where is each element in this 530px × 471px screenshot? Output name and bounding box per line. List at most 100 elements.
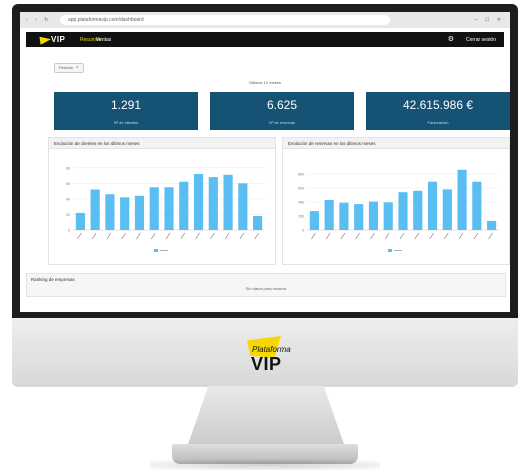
- period-filter[interactable]: Periodo ×: [54, 63, 84, 73]
- bar[interactable]: [149, 187, 159, 230]
- bar[interactable]: [253, 216, 263, 230]
- bar[interactable]: [413, 190, 423, 230]
- close-icon[interactable]: ×: [76, 65, 79, 71]
- y-tick-label: 20: [66, 213, 70, 217]
- x-tick-mark: [180, 232, 186, 240]
- y-tick-label: 600: [298, 187, 304, 191]
- bar[interactable]: [223, 174, 233, 230]
- ranking-panel: Ranking de empresas Sin datos para mostr…: [26, 273, 506, 297]
- bar[interactable]: [457, 169, 467, 230]
- x-tick-mark: [355, 232, 361, 240]
- legend-swatch: [388, 249, 392, 252]
- bar[interactable]: [354, 204, 364, 230]
- bar[interactable]: [309, 211, 319, 230]
- kpi-value: 6.625: [266, 98, 298, 112]
- window-controls-icon[interactable]: ─ ☐ ✕: [474, 17, 504, 23]
- x-tick-mark: [165, 232, 171, 240]
- x-tick-mark: [325, 232, 331, 240]
- x-tick-mark: [429, 232, 434, 240]
- bar[interactable]: [442, 189, 452, 230]
- bar[interactable]: [120, 197, 130, 230]
- y-tick-label: 0: [302, 229, 304, 233]
- y-tick-label: 40: [66, 197, 70, 201]
- chin-logo: Plataforma VIP: [235, 336, 315, 376]
- x-tick-mark: [224, 232, 230, 240]
- x-tick-mark: [384, 232, 390, 240]
- filter-label: Periodo: [59, 65, 73, 70]
- bar[interactable]: [179, 181, 189, 230]
- bar[interactable]: [487, 220, 497, 230]
- monitor-stand: [186, 386, 346, 450]
- bar[interactable]: [398, 192, 408, 230]
- x-tick-mark: [209, 232, 215, 240]
- x-tick-mark: [150, 232, 156, 240]
- kpi-card-bookings: 6.625 Nº de reservas: [210, 92, 354, 130]
- x-tick-mark: [136, 232, 141, 240]
- x-tick-mark: [311, 232, 316, 240]
- bar[interactable]: [75, 212, 85, 230]
- x-tick-mark: [370, 232, 375, 240]
- y-tick-label: 400: [298, 201, 304, 205]
- x-tick-mark: [106, 232, 112, 240]
- chart-title: Evolución de reservas en los últimos mes…: [283, 138, 509, 149]
- x-tick-mark: [254, 232, 259, 240]
- x-tick-mark: [77, 232, 82, 240]
- bar[interactable]: [368, 201, 379, 230]
- bookings-chart-card: Evolución de reservas en los últimos mes…: [282, 137, 510, 265]
- screen: ‹ › ↻ app.plataformavip.com/dashboard ─ …: [20, 12, 510, 312]
- vip-logo-icon: [39, 35, 52, 45]
- kpi-label: Nº de clientes: [113, 120, 139, 125]
- x-tick-mark: [443, 232, 449, 240]
- x-tick-mark: [414, 232, 420, 240]
- kpi-card-revenue: 42.615.986 € Facturación: [366, 92, 510, 130]
- logo-word: Plataforma: [252, 345, 291, 354]
- x-tick-mark: [195, 232, 200, 240]
- user-menu[interactable]: Cerrar sesión: [466, 37, 496, 43]
- bar[interactable]: [383, 202, 393, 230]
- logo-vip: VIP: [251, 354, 282, 374]
- app-header: VIP Resumen Ventas ⚙ Cerrar sesión: [26, 32, 504, 47]
- browser-toolbar: ‹ › ↻ app.plataformavip.com/dashboard ─ …: [20, 12, 510, 28]
- period-label: Últimos 12 meses: [249, 80, 281, 85]
- kpi-card-clients: 1.291 Nº de clientes: [54, 92, 198, 130]
- clients-chart-card: Evolución de clientes en los últimos mes…: [48, 137, 276, 265]
- bar[interactable]: [472, 181, 482, 230]
- x-tick-mark: [340, 232, 346, 240]
- bar[interactable]: [324, 199, 334, 230]
- bar[interactable]: [90, 189, 100, 230]
- monitor-bezel: ‹ › ↻ app.plataformavip.com/dashboard ─ …: [12, 4, 518, 318]
- y-tick-label: 200: [298, 215, 304, 219]
- monitor: ‹ › ↻ app.plataformavip.com/dashboard ─ …: [12, 4, 518, 387]
- kpi-value: 42.615.986 €: [402, 98, 474, 112]
- ranking-empty-message: Sin datos para mostrar: [245, 286, 287, 291]
- user-icon[interactable]: ⚙: [448, 35, 454, 43]
- bar[interactable]: [208, 177, 218, 230]
- x-tick-mark: [121, 232, 127, 240]
- chart-title: Evolución de clientes en los últimos mes…: [49, 138, 275, 149]
- y-tick-label: 60: [66, 182, 70, 186]
- kpi-value: 1.291: [110, 98, 142, 112]
- x-tick-mark: [91, 232, 97, 240]
- x-tick-mark: [239, 232, 245, 240]
- address-bar[interactable]: app.plataformavip.com/dashboard: [60, 15, 390, 25]
- x-tick-mark: [488, 232, 493, 240]
- bar[interactable]: [164, 187, 174, 230]
- y-tick-label: 800: [298, 173, 304, 177]
- monitor-shadow: [150, 460, 380, 470]
- bar[interactable]: [427, 181, 438, 230]
- nav-item-ventas[interactable]: Ventas: [96, 37, 111, 43]
- x-tick-mark: [458, 232, 464, 240]
- bar[interactable]: [238, 183, 248, 230]
- browser-nav-icons[interactable]: ‹ › ↻: [26, 17, 51, 23]
- bar[interactable]: [134, 195, 145, 230]
- y-tick-label: 80: [66, 166, 70, 170]
- bar[interactable]: [339, 202, 349, 230]
- ranking-title: Ranking de empresas: [31, 277, 75, 282]
- kpi-label: Facturación: [427, 120, 449, 125]
- bar[interactable]: [193, 174, 204, 230]
- legend-swatch: [154, 249, 158, 252]
- bar[interactable]: [105, 194, 115, 230]
- app-logo[interactable]: VIP: [51, 35, 65, 44]
- clients-bar-chart: 0 20 40 60 80: [66, 166, 265, 252]
- x-tick-mark: [473, 232, 479, 240]
